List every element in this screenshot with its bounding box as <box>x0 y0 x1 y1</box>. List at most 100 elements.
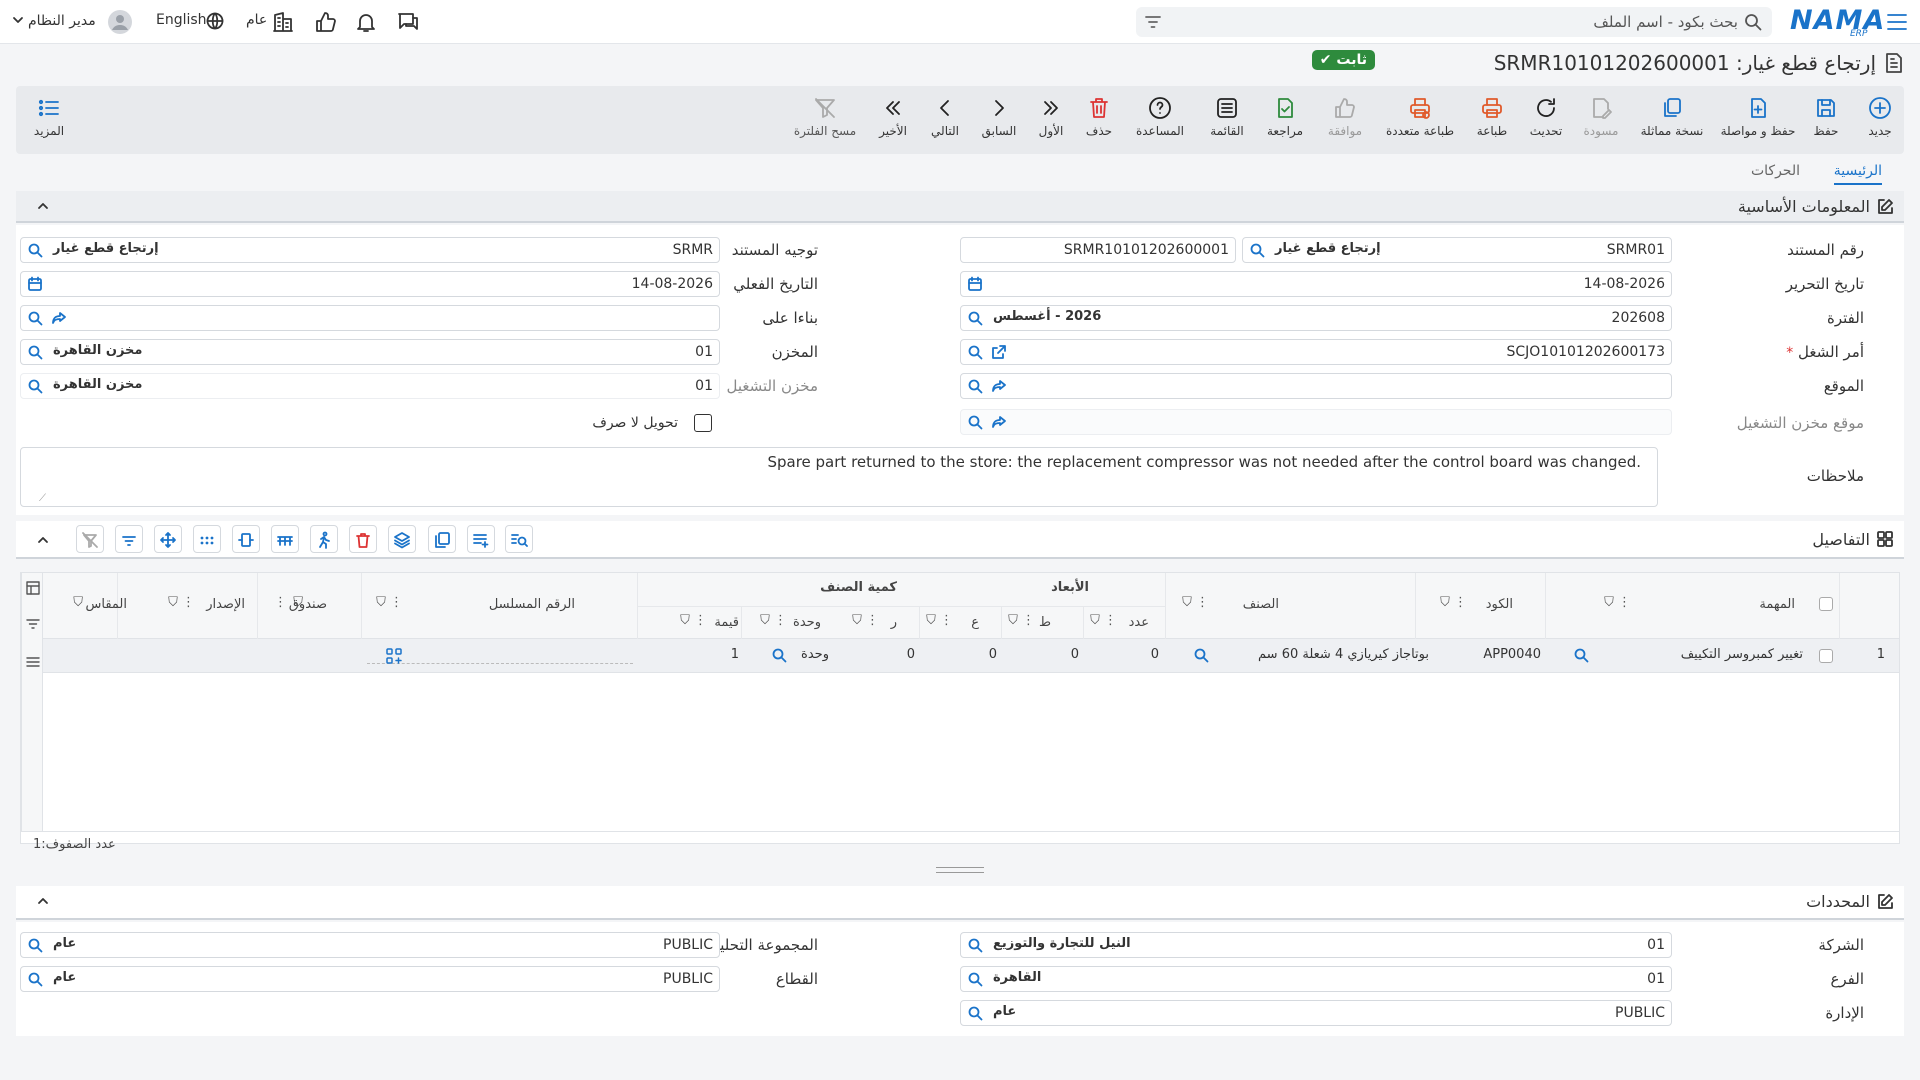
clear-filter-button[interactable] <box>76 525 104 553</box>
col-issue-menu-icon[interactable]: ⋮ ⛉ <box>168 595 195 610</box>
work-order-field[interactable]: SCJO10101202600173 <box>960 339 1672 365</box>
cell-a[interactable]: 0 <box>989 647 997 662</box>
language-switch[interactable]: English <box>156 12 207 28</box>
col-code-menu-icon[interactable]: ⋮ ⛉ <box>1440 595 1467 610</box>
col-serial-menu-icon[interactable]: ⋮ ⛉ <box>376 595 403 610</box>
col-code[interactable]: الكود <box>1486 597 1513 612</box>
draft-button[interactable]: مسودة <box>1576 96 1626 138</box>
save-continue-button[interactable]: حفظ و مواصلة <box>1718 96 1798 138</box>
lookup-icon[interactable] <box>27 310 43 326</box>
chevron-up-icon[interactable] <box>36 894 50 908</box>
chevron-up-icon[interactable] <box>36 533 50 547</box>
doc-direction-field[interactable]: SRMR إرتجاع قطع غيار <box>20 237 720 263</box>
cell-t[interactable]: 0 <box>1071 647 1079 662</box>
next-button[interactable]: التالي <box>922 96 968 138</box>
scope-label[interactable]: عام <box>246 12 267 28</box>
lookup-icon[interactable] <box>27 378 43 394</box>
lookup-icon[interactable] <box>1193 647 1209 663</box>
dimensions-section-header[interactable]: المحددات <box>16 886 1904 920</box>
table-view-button[interactable] <box>271 525 299 553</box>
first-button[interactable]: الأول <box>1030 96 1072 138</box>
last-button[interactable]: الأخير <box>870 96 916 138</box>
col-task[interactable]: المهمة <box>1759 597 1795 612</box>
share-icon[interactable] <box>991 378 1007 394</box>
lookup-icon[interactable] <box>27 344 43 360</box>
table-row[interactable]: 1 تغيير كمبروسر التكييف APP0040 بوتاجاز … <box>43 639 1899 673</box>
col-item[interactable]: الصنف <box>1243 597 1279 612</box>
multi-print-button[interactable]: طباعة متعددة <box>1378 96 1462 138</box>
delete-button[interactable]: حذف <box>1078 96 1120 138</box>
bell-icon[interactable] <box>355 11 377 33</box>
col-r-menu-icon[interactable]: ⋮ ⛉ <box>852 613 879 628</box>
move-button[interactable] <box>154 525 182 553</box>
share-icon[interactable] <box>51 310 67 326</box>
cell-item[interactable]: بوتاجاز كيريازي 4 شعلة 60 سم <box>1258 647 1429 662</box>
filter-icon[interactable] <box>1144 13 1162 31</box>
col-t[interactable]: ط <box>1039 615 1051 630</box>
calendar-icon[interactable] <box>967 276 983 292</box>
doc-number-code-field[interactable]: SRMR01 إرتجاع قطع غيار <box>1242 237 1672 263</box>
col-value-menu-icon[interactable]: ⋮ ⛉ <box>680 613 707 628</box>
share-icon[interactable] <box>991 414 1007 430</box>
lookup-icon[interactable] <box>27 971 43 987</box>
sector-field[interactable]: PUBLIC عام <box>20 966 720 992</box>
lookup-icon[interactable] <box>967 310 983 326</box>
analytic-group-field[interactable]: PUBLIC عام <box>20 932 720 958</box>
col-a[interactable]: ع <box>971 615 979 630</box>
row-checkbox[interactable] <box>1819 649 1833 663</box>
filter-icon[interactable] <box>26 617 40 631</box>
more-button[interactable]: المزيد <box>26 96 72 138</box>
col-unit[interactable]: وحدة <box>793 615 821 630</box>
edit-date-field[interactable]: 14-08-2026 <box>960 271 1672 297</box>
tab-transactions[interactable]: الحركات <box>1751 163 1800 179</box>
department-field[interactable]: PUBLIC عام <box>960 1000 1672 1026</box>
help-button[interactable]: المساعدة <box>1126 96 1194 138</box>
lookup-icon[interactable] <box>967 344 983 360</box>
lookup-icon[interactable] <box>771 647 787 663</box>
store-field[interactable]: 01 مخزن القاهرة <box>20 339 720 365</box>
cell-value[interactable]: 1 <box>731 647 739 662</box>
insert-row-button[interactable] <box>467 525 495 553</box>
op-location-field[interactable] <box>960 409 1672 435</box>
cell-code[interactable]: APP0040 <box>1483 647 1541 662</box>
clear-filter-button[interactable]: مسح الفلترة <box>786 96 864 138</box>
col-task-menu-icon[interactable]: ⋮ ⛉ <box>1604 595 1631 610</box>
no-issue-checkbox[interactable] <box>694 414 712 432</box>
location-field[interactable] <box>960 373 1672 399</box>
search-input[interactable]: بحث بكود - اسم الملف <box>1136 7 1772 37</box>
copy-row-button[interactable] <box>428 525 456 553</box>
branch-field[interactable]: 01 القاهرة <box>960 966 1672 992</box>
col-count[interactable]: عدد <box>1129 615 1149 630</box>
layers-button[interactable] <box>388 525 416 553</box>
col-box-more-icon[interactable]: ⋮ <box>274 595 287 610</box>
col-serial[interactable]: الرقم المسلسل <box>489 597 575 612</box>
lookup-icon[interactable] <box>1573 647 1589 663</box>
col-size[interactable]: المقاس <box>86 597 128 612</box>
op-store-field[interactable]: 01 مخزن القاهرة <box>20 373 720 399</box>
notes-textarea[interactable]: Spare part returned to the store: the re… <box>20 447 1658 507</box>
review-button[interactable]: مراجعة <box>1258 96 1312 138</box>
duplicate-button[interactable]: نسخة مماثلة <box>1632 96 1712 138</box>
col-a-menu-icon[interactable]: ⋮ ⛉ <box>926 613 953 628</box>
grid-dots-button[interactable] <box>193 525 221 553</box>
select-all-checkbox[interactable] <box>1819 597 1833 611</box>
external-link-icon[interactable] <box>991 344 1007 360</box>
col-count-menu-icon[interactable]: ⋮ ⛉ <box>1090 613 1117 628</box>
col-size-menu-icon[interactable]: ⛉ <box>73 595 83 610</box>
col-item-menu-icon[interactable]: ⋮ ⛉ <box>1182 595 1209 610</box>
lookup-icon[interactable] <box>967 378 983 394</box>
col-r[interactable]: ر <box>891 615 897 630</box>
grid-resize-handle[interactable] <box>936 867 984 873</box>
lookup-icon[interactable] <box>967 414 983 430</box>
col-t-menu-icon[interactable]: ⋮ ⛉ <box>1008 613 1035 628</box>
approve-button[interactable]: موافقة <box>1318 96 1372 138</box>
search-rows-button[interactable] <box>505 525 533 553</box>
user-menu[interactable]: مدير النظام <box>12 10 132 34</box>
apps-add-icon[interactable] <box>385 647 403 665</box>
menu-lines-icon[interactable] <box>26 655 40 669</box>
col-issue[interactable]: الإصدار <box>206 597 245 612</box>
previous-button[interactable]: السابق <box>974 96 1024 138</box>
menu-icon[interactable] <box>1886 12 1908 32</box>
lookup-icon[interactable] <box>27 937 43 953</box>
lookup-icon[interactable] <box>27 242 43 258</box>
